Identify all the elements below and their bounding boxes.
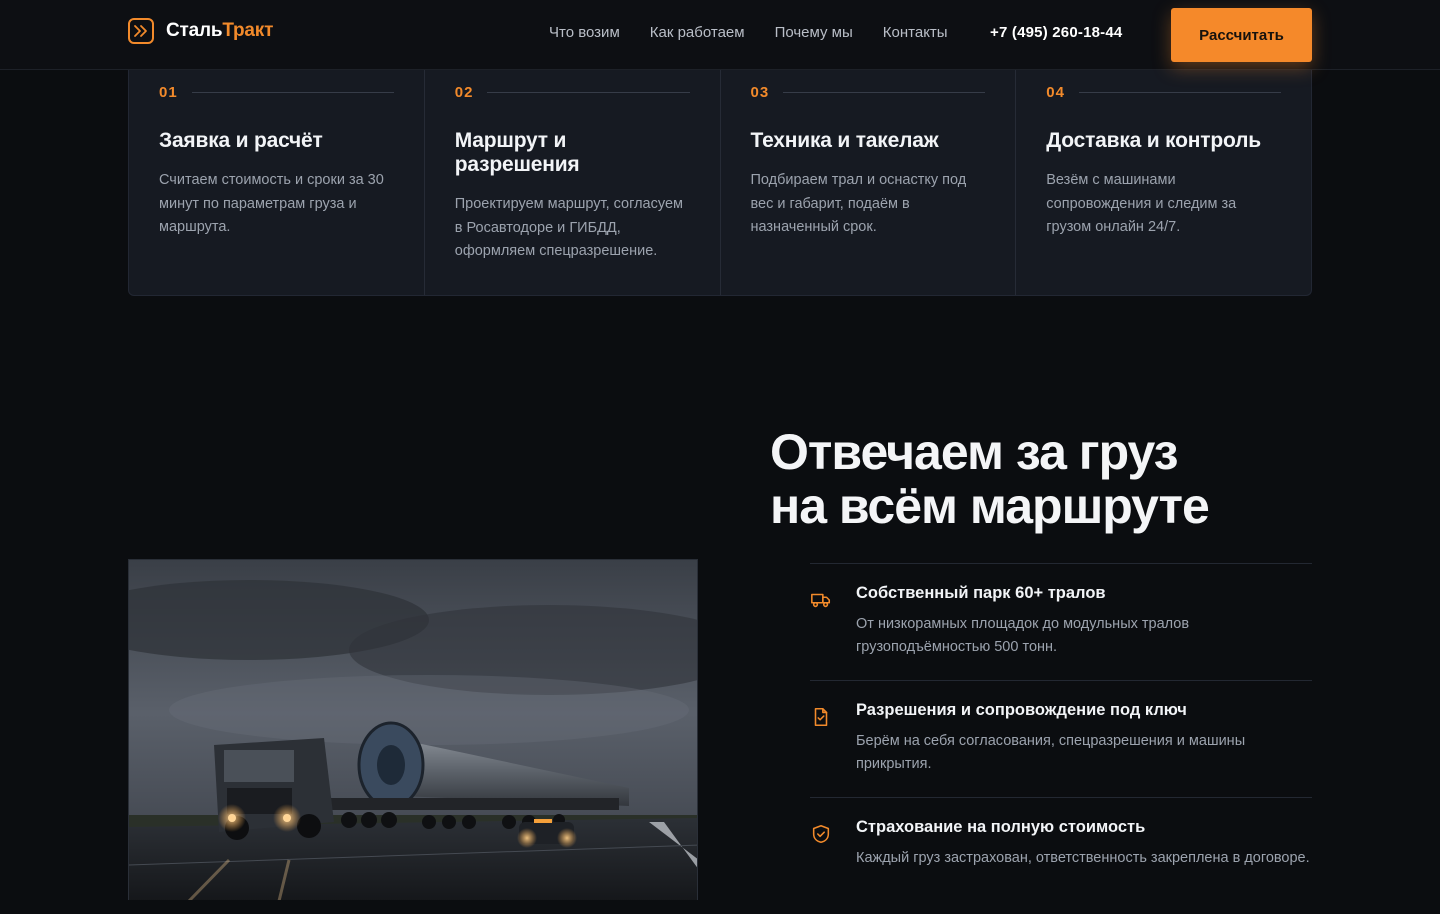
step-card: 04 Доставка и контроль Везём с машинами … [1016, 69, 1311, 295]
step-divider [191, 92, 394, 93]
feature-description: Каждый груз застрахован, ответственность… [856, 850, 1310, 866]
document-check-icon [814, 707, 828, 727]
process-steps: 01 Заявка и расчёт Считаем стоимость и с… [128, 69, 1312, 296]
logo-chevrons-icon [128, 18, 154, 44]
step-number: 03 [750, 84, 770, 101]
step-card: 01 Заявка и расчёт Считаем стоимость и с… [129, 69, 425, 295]
feature-title: Страхование на полную стоимость [856, 818, 1146, 836]
site-header: СтальТракт Что возим Как работаем Почему… [0, 0, 1440, 70]
feature-item: Разрешения и сопровождение под ключ Берё… [810, 680, 1312, 797]
step-number: 01 [159, 84, 178, 101]
step-divider [487, 92, 690, 93]
section-title: Отвечаем за груз на всём маршруте [770, 425, 1330, 533]
step-number-row: 02 [455, 84, 690, 101]
feature-title: Разрешения и сопровождение под ключ [856, 701, 1187, 719]
step-card: 02 Маршрут и разрешения Проектируем марш… [425, 69, 721, 295]
feature-item: Страхование на полную стоимость Каждый г… [810, 797, 1312, 914]
step-description: Считаем стоимость и сроки за 30 минут по… [159, 172, 384, 235]
step-description: Проектируем маршрут, согласуем в Росавто… [454, 196, 683, 259]
step-number-row: 03 [751, 84, 986, 101]
brand-name-part2: Тракт [222, 20, 274, 41]
shield-check-icon [812, 824, 830, 844]
nav-link-cargo[interactable]: Что возим [549, 24, 620, 41]
step-number: 02 [454, 84, 474, 101]
step-title: Доставка и контроль [1046, 129, 1261, 152]
logo[interactable]: СтальТракт [128, 18, 273, 44]
section-title-line1: Отвечаем за груз [770, 424, 1178, 480]
section-title-line2: на всём маршруте [770, 478, 1210, 534]
step-title: Маршрут и разрешения [454, 129, 580, 176]
step-title: Техника и такелаж [750, 129, 939, 152]
feature-title: Собственный парк 60+ тралов [856, 584, 1106, 602]
heavy-haul-truck-photo [128, 559, 698, 900]
brand-name: СтальТракт [166, 20, 273, 42]
calculate-button[interactable]: Рассчитать [1171, 8, 1312, 62]
nav-link-contacts[interactable]: Контакты [883, 24, 948, 41]
nav-link-process[interactable]: Как работаем [650, 24, 745, 41]
step-divider [783, 92, 986, 93]
step-description: Подбираем трал и оснастку под вес и габа… [750, 172, 967, 235]
feature-description: Берём на себя согласования, спецразрешен… [856, 733, 1246, 772]
step-number: 04 [1046, 84, 1065, 101]
nav-link-why-us[interactable]: Почему мы [775, 24, 853, 41]
main-nav: Что возим Как работаем Почему мы Контакт… [549, 24, 948, 41]
feature-item: Собственный парк 60+ тралов От низкорамн… [810, 563, 1312, 680]
brand-name-part1: Сталь [166, 20, 223, 41]
step-card: 03 Техника и такелаж Подбираем трал и ос… [721, 69, 1017, 295]
step-number-row: 01 [159, 84, 394, 101]
feature-description: От низкорамных площадок до модульных тра… [856, 616, 1190, 655]
step-divider [1078, 92, 1281, 93]
step-number-row: 04 [1046, 84, 1281, 101]
features-list: Собственный парк 60+ тралов От низкорамн… [810, 563, 1312, 914]
step-title: Заявка и расчёт [159, 129, 323, 152]
phone-link[interactable]: +7 (495) 260-18-44 [990, 24, 1122, 41]
truck-icon [811, 593, 831, 608]
step-description: Везём с машинами сопровождения и следим … [1046, 172, 1237, 235]
